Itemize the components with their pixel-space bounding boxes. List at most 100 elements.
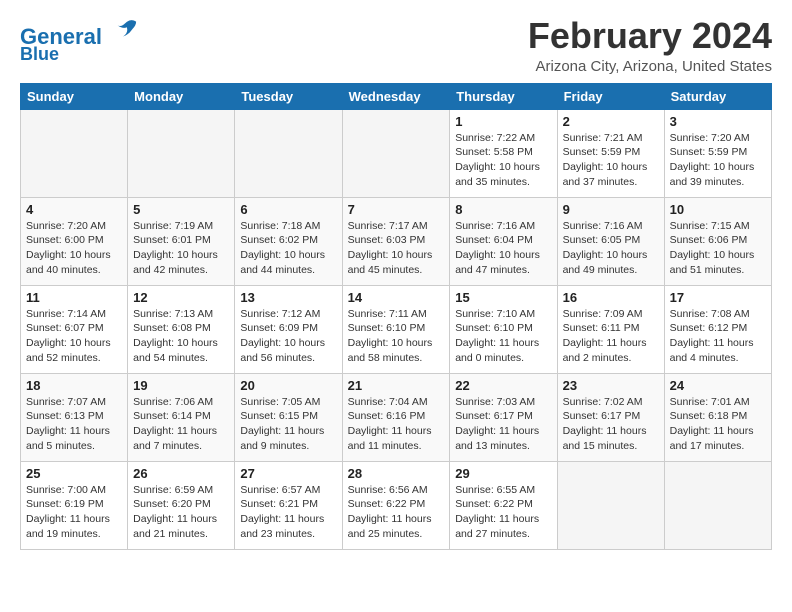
calendar-cell: 29 Sunrise: 6:55 AM Sunset: 6:22 PM Dayli… <box>450 461 557 549</box>
day-number: 3 <box>670 114 766 129</box>
day-number: 22 <box>455 378 551 393</box>
day-number: 25 <box>26 466 122 481</box>
day-info: Sunrise: 7:11 AM Sunset: 6:10 PM Dayligh… <box>348 307 445 366</box>
day-number: 7 <box>348 202 445 217</box>
day-number: 11 <box>26 290 122 305</box>
calendar-cell: 5Sunrise: 7:19 AM Sunset: 6:01 PM Daylig… <box>128 197 235 285</box>
calendar-cell <box>664 461 771 549</box>
calendar-cell: 2 Sunrise: 7:21 AM Sunset: 5:59 PM Daylig… <box>557 109 664 197</box>
day-number: 15 <box>455 290 551 305</box>
calendar-cell <box>128 109 235 197</box>
day-number: 23 <box>563 378 659 393</box>
month-title: February 2024 <box>528 16 772 56</box>
calendar-cell: 20 Sunrise: 7:05 AM Sunset: 6:15 PM Dayli… <box>235 373 342 461</box>
calendar-cell <box>235 109 342 197</box>
day-number: 19 <box>133 378 229 393</box>
day-info: Sunrise: 7:20 AM Sunset: 6:00 PM Dayligh… <box>26 219 122 278</box>
day-info: Sunrise: 7:05 AM Sunset: 6:15 PM Dayligh… <box>240 395 336 454</box>
calendar-cell: 4 Sunrise: 7:20 AM Sunset: 6:00 PM Daylig… <box>21 197 128 285</box>
day-number: 29 <box>455 466 551 481</box>
calendar-cell: 21Sunrise: 7:04 AM Sunset: 6:16 PM Dayli… <box>342 373 450 461</box>
calendar-cell <box>21 109 128 197</box>
day-number: 4 <box>26 202 122 217</box>
title-area: February 2024 Arizona City, Arizona, Uni… <box>528 16 772 75</box>
day-number: 18 <box>26 378 122 393</box>
day-info: Sunrise: 7:09 AM Sunset: 6:11 PM Dayligh… <box>563 307 659 366</box>
day-number: 20 <box>240 378 336 393</box>
location-text: Arizona City, Arizona, United States <box>528 58 772 75</box>
day-info: Sunrise: 7:08 AM Sunset: 6:12 PM Dayligh… <box>670 307 766 366</box>
calendar-cell <box>342 109 450 197</box>
day-info: Sunrise: 7:19 AM Sunset: 6:01 PM Dayligh… <box>133 219 229 278</box>
day-number: 12 <box>133 290 229 305</box>
day-number: 1 <box>455 114 551 129</box>
calendar-cell: 15 Sunrise: 7:10 AM Sunset: 6:10 PM Dayli… <box>450 285 557 373</box>
page-header: General Blue February 2024 Arizona City,… <box>20 16 772 75</box>
day-info: Sunrise: 7:16 AM Sunset: 6:05 PM Dayligh… <box>563 219 659 278</box>
calendar-table: SundayMondayTuesdayWednesdayThursdayFrid… <box>20 83 772 550</box>
day-number: 10 <box>670 202 766 217</box>
calendar-week-row: 11 Sunrise: 7:14 AM Sunset: 6:07 PM Dayli… <box>21 285 772 373</box>
day-info: Sunrise: 7:22 AM Sunset: 5:58 PM Dayligh… <box>455 131 551 190</box>
day-number: 9 <box>563 202 659 217</box>
calendar-cell: 8 Sunrise: 7:16 AM Sunset: 6:04 PM Daylig… <box>450 197 557 285</box>
day-info: Sunrise: 7:13 AM Sunset: 6:08 PM Dayligh… <box>133 307 229 366</box>
day-info: Sunrise: 7:06 AM Sunset: 6:14 PM Dayligh… <box>133 395 229 454</box>
day-number: 17 <box>670 290 766 305</box>
weekday-header-friday: Friday <box>557 83 664 109</box>
calendar-cell: 10 Sunrise: 7:15 AM Sunset: 6:06 PM Dayli… <box>664 197 771 285</box>
day-info: Sunrise: 7:01 AM Sunset: 6:18 PM Dayligh… <box>670 395 766 454</box>
day-number: 26 <box>133 466 229 481</box>
calendar-cell: 11 Sunrise: 7:14 AM Sunset: 6:07 PM Dayli… <box>21 285 128 373</box>
calendar-cell: 12 Sunrise: 7:13 AM Sunset: 6:08 PM Dayli… <box>128 285 235 373</box>
calendar-week-row: 25 Sunrise: 7:00 AM Sunset: 6:19 PM Dayli… <box>21 461 772 549</box>
day-number: 13 <box>240 290 336 305</box>
day-number: 6 <box>240 202 336 217</box>
calendar-week-row: 1 Sunrise: 7:22 AM Sunset: 5:58 PM Daylig… <box>21 109 772 197</box>
day-number: 24 <box>670 378 766 393</box>
calendar-week-row: 4 Sunrise: 7:20 AM Sunset: 6:00 PM Daylig… <box>21 197 772 285</box>
day-info: Sunrise: 7:16 AM Sunset: 6:04 PM Dayligh… <box>455 219 551 278</box>
calendar-cell: 3Sunrise: 7:20 AM Sunset: 5:59 PM Daylig… <box>664 109 771 197</box>
calendar-cell: 17 Sunrise: 7:08 AM Sunset: 6:12 PM Dayli… <box>664 285 771 373</box>
calendar-cell: 27Sunrise: 6:57 AM Sunset: 6:21 PM Dayli… <box>235 461 342 549</box>
calendar-cell: 23 Sunrise: 7:02 AM Sunset: 6:17 PM Dayli… <box>557 373 664 461</box>
day-info: Sunrise: 7:17 AM Sunset: 6:03 PM Dayligh… <box>348 219 445 278</box>
calendar-cell: 16Sunrise: 7:09 AM Sunset: 6:11 PM Dayli… <box>557 285 664 373</box>
weekday-header-thursday: Thursday <box>450 83 557 109</box>
logo: General Blue <box>20 16 138 65</box>
day-info: Sunrise: 6:59 AM Sunset: 6:20 PM Dayligh… <box>133 483 229 542</box>
weekday-header-tuesday: Tuesday <box>235 83 342 109</box>
weekday-header-row: SundayMondayTuesdayWednesdayThursdayFrid… <box>21 83 772 109</box>
calendar-cell: 7 Sunrise: 7:17 AM Sunset: 6:03 PM Daylig… <box>342 197 450 285</box>
day-info: Sunrise: 7:14 AM Sunset: 6:07 PM Dayligh… <box>26 307 122 366</box>
weekday-header-wednesday: Wednesday <box>342 83 450 109</box>
day-info: Sunrise: 7:12 AM Sunset: 6:09 PM Dayligh… <box>240 307 336 366</box>
day-info: Sunrise: 7:00 AM Sunset: 6:19 PM Dayligh… <box>26 483 122 542</box>
calendar-cell: 18 Sunrise: 7:07 AM Sunset: 6:13 PM Dayli… <box>21 373 128 461</box>
day-info: Sunrise: 7:07 AM Sunset: 6:13 PM Dayligh… <box>26 395 122 454</box>
calendar-cell: 1 Sunrise: 7:22 AM Sunset: 5:58 PM Daylig… <box>450 109 557 197</box>
day-info: Sunrise: 7:10 AM Sunset: 6:10 PM Dayligh… <box>455 307 551 366</box>
day-number: 2 <box>563 114 659 129</box>
calendar-cell <box>557 461 664 549</box>
calendar-cell: 19 Sunrise: 7:06 AM Sunset: 6:14 PM Dayli… <box>128 373 235 461</box>
day-number: 21 <box>348 378 445 393</box>
day-info: Sunrise: 7:02 AM Sunset: 6:17 PM Dayligh… <box>563 395 659 454</box>
calendar-cell: 28Sunrise: 6:56 AM Sunset: 6:22 PM Dayli… <box>342 461 450 549</box>
day-number: 27 <box>240 466 336 481</box>
calendar-cell: 6 Sunrise: 7:18 AM Sunset: 6:02 PM Daylig… <box>235 197 342 285</box>
day-info: Sunrise: 7:21 AM Sunset: 5:59 PM Dayligh… <box>563 131 659 190</box>
calendar-cell: 24 Sunrise: 7:01 AM Sunset: 6:18 PM Dayli… <box>664 373 771 461</box>
day-info: Sunrise: 7:15 AM Sunset: 6:06 PM Dayligh… <box>670 219 766 278</box>
day-info: Sunrise: 7:18 AM Sunset: 6:02 PM Dayligh… <box>240 219 336 278</box>
weekday-header-monday: Monday <box>128 83 235 109</box>
weekday-header-saturday: Saturday <box>664 83 771 109</box>
calendar-cell: 25 Sunrise: 7:00 AM Sunset: 6:19 PM Dayli… <box>21 461 128 549</box>
day-number: 14 <box>348 290 445 305</box>
calendar-cell: 13 Sunrise: 7:12 AM Sunset: 6:09 PM Dayli… <box>235 285 342 373</box>
day-info: Sunrise: 6:55 AM Sunset: 6:22 PM Dayligh… <box>455 483 551 542</box>
day-info: Sunrise: 7:03 AM Sunset: 6:17 PM Dayligh… <box>455 395 551 454</box>
day-info: Sunrise: 6:56 AM Sunset: 6:22 PM Dayligh… <box>348 483 445 542</box>
day-number: 8 <box>455 202 551 217</box>
